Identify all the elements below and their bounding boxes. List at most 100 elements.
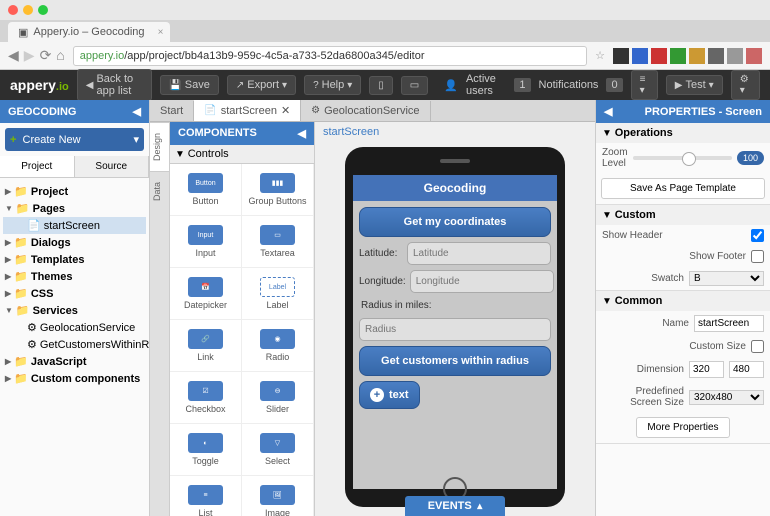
custom-section[interactable]: ▼ Custom — [596, 205, 770, 225]
browser-tab[interactable]: ▣ Appery.io – Geocoding × — [8, 22, 170, 42]
dimension-height-input[interactable] — [729, 361, 764, 378]
common-section[interactable]: ▼ Common — [596, 291, 770, 311]
component-image[interactable]: 🖼Image — [242, 476, 314, 516]
tab-project[interactable]: Project — [0, 156, 75, 177]
component-datepicker[interactable]: 📅Datepicker — [170, 268, 242, 320]
ext-icon[interactable] — [708, 48, 724, 64]
tree-startscreen[interactable]: 📄 startScreen — [3, 217, 146, 234]
tree-css[interactable]: ▶📁 CSS — [3, 285, 146, 302]
ext-icon[interactable] — [689, 48, 705, 64]
tree-geolocation-service[interactable]: ⚙ GeolocationService — [3, 319, 146, 336]
minimize-window[interactable] — [23, 5, 33, 15]
component-label: Label — [266, 300, 288, 310]
tree-themes[interactable]: ▶📁 Themes — [3, 268, 146, 285]
create-new-button[interactable]: + Create New ▾ — [5, 128, 144, 151]
tree-getcustomers[interactable]: ⚙ GetCustomersWithinRange — [3, 336, 146, 353]
tree-services[interactable]: ▼📁 Services — [3, 302, 146, 319]
tree-dialogs[interactable]: ▶📁 Dialogs — [3, 234, 146, 251]
dimension-width-input[interactable] — [689, 361, 724, 378]
component-button[interactable]: ButtonButton — [170, 164, 242, 216]
active-users-icon: 👤 — [444, 79, 458, 92]
back-icon[interactable]: ◀ — [8, 47, 19, 64]
ext-icon[interactable] — [746, 48, 762, 64]
canvas-area: startScreen Geocoding Get my coordinates… — [315, 122, 595, 516]
swatch-select[interactable]: B — [689, 271, 764, 286]
url-input[interactable]: appery.io/app/project/bb4a13b9-959c-4c5a… — [73, 46, 587, 66]
component-radio[interactable]: ◉Radio — [242, 320, 314, 372]
component-select[interactable]: ▽Select — [242, 424, 314, 476]
get-customers-button[interactable]: Get customers within radius — [359, 346, 551, 376]
more-properties-button[interactable]: More Properties — [636, 417, 729, 438]
operations-section[interactable]: ▼ Operations — [596, 123, 770, 143]
component-toggle[interactable]: ◐Toggle — [170, 424, 242, 476]
bookmark-icon[interactable]: ☆ — [595, 49, 605, 62]
ext-icon[interactable] — [632, 48, 648, 64]
chevron-down-icon: ▾ — [133, 133, 139, 146]
component-link[interactable]: 🔗Link — [170, 320, 242, 372]
latitude-label: Latitude: — [359, 248, 403, 259]
save-button[interactable]: 💾 Save — [160, 75, 219, 95]
close-tab-icon[interactable]: × — [158, 27, 164, 38]
back-to-app-list-button[interactable]: ◀ Back to app list — [77, 69, 153, 101]
component-icon: Input — [188, 225, 223, 245]
device-landscape-icon[interactable]: ▭ — [401, 76, 428, 95]
save-as-template-button[interactable]: Save As Page Template — [601, 178, 765, 199]
predefined-size-select[interactable]: 320x480 — [689, 390, 764, 405]
device-screen[interactable]: Geocoding Get my coordinates Latitude: L… — [353, 175, 557, 489]
component-textarea[interactable]: ▭Textarea — [242, 216, 314, 268]
ext-icon[interactable] — [727, 48, 743, 64]
show-footer-checkbox[interactable] — [751, 250, 764, 263]
tree-javascript[interactable]: ▶📁 JavaScript — [3, 353, 146, 370]
zoom-slider[interactable] — [633, 156, 732, 160]
side-tab-design[interactable]: Design — [150, 122, 169, 171]
radius-input[interactable] — [359, 318, 551, 341]
component-list[interactable]: ≡List — [170, 476, 242, 516]
component-icon: 🖼 — [260, 485, 295, 505]
export-button[interactable]: ↗ Export ▾ — [227, 75, 296, 95]
tree-templates[interactable]: ▶📁 Templates — [3, 251, 146, 268]
test-button[interactable]: ▶ Test ▾ — [666, 75, 723, 95]
collapse-icon[interactable]: ◀ — [298, 127, 306, 140]
forward-icon[interactable]: ▶ — [24, 47, 35, 64]
custom-size-checkbox[interactable] — [751, 340, 764, 353]
latitude-input[interactable] — [407, 242, 551, 265]
show-header-checkbox[interactable] — [751, 229, 764, 242]
close-window[interactable] — [8, 5, 18, 15]
component-icon: 📅 — [188, 277, 223, 297]
file-tab-startscreen[interactable]: 📄 startScreen ✕ — [194, 100, 301, 121]
app-header-title[interactable]: Geocoding — [353, 175, 557, 201]
events-toggle[interactable]: EVENTS ▴ — [405, 496, 505, 516]
maximize-window[interactable] — [38, 5, 48, 15]
file-tab-start[interactable]: Start — [150, 101, 194, 121]
component-label[interactable]: LabelLabel — [242, 268, 314, 320]
collapse-icon[interactable]: ◀ — [133, 105, 141, 118]
tree-custom-components[interactable]: ▶📁 Custom components — [3, 370, 146, 387]
name-input[interactable] — [694, 315, 764, 332]
ext-icon[interactable] — [613, 48, 629, 64]
reload-icon[interactable]: ⟳ — [40, 47, 52, 64]
component-group-buttons[interactable]: ▮▮▮Group Buttons — [242, 164, 314, 216]
close-tab-icon[interactable]: ✕ — [281, 104, 290, 117]
tab-source[interactable]: Source — [75, 156, 150, 177]
tree-pages[interactable]: ▼📁 Pages — [3, 200, 146, 217]
help-button[interactable]: ? Help ▾ — [304, 75, 361, 95]
get-coordinates-button[interactable]: Get my coordinates — [359, 207, 551, 237]
ext-icon[interactable] — [670, 48, 686, 64]
device-portrait-icon[interactable]: ▯ — [369, 76, 393, 95]
zoom-label: Zoom Level — [602, 147, 628, 169]
tree-project[interactable]: ▶📁 Project — [3, 183, 146, 200]
component-icon: ◉ — [260, 329, 295, 349]
file-tab-geolocation[interactable]: ⚙ GeolocationService — [301, 101, 430, 121]
longitude-input[interactable] — [410, 270, 554, 293]
project-title-bar: GEOCODING ◀ — [0, 100, 149, 123]
component-slider[interactable]: ⊖Slider — [242, 372, 314, 424]
controls-section[interactable]: ▼ Controls — [170, 145, 314, 164]
menu-button[interactable]: ≡ ▾ — [631, 70, 658, 100]
component-input[interactable]: InputInput — [170, 216, 242, 268]
home-icon[interactable]: ⌂ — [56, 47, 64, 64]
settings-button[interactable]: ⚙ ▾ — [731, 70, 760, 100]
side-tab-data[interactable]: Data — [150, 171, 169, 211]
component-checkbox[interactable]: ☑Checkbox — [170, 372, 242, 424]
add-text-button[interactable]: +text — [359, 381, 420, 409]
ext-icon[interactable] — [651, 48, 667, 64]
